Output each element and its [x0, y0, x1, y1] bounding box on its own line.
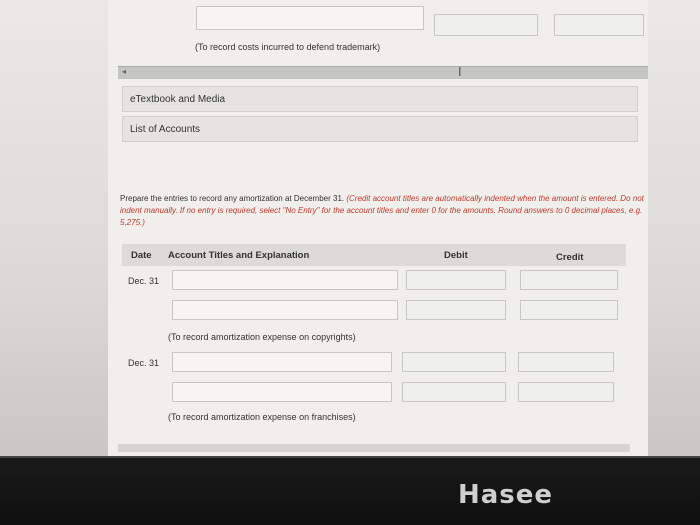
screen: (To record costs incurred to defend trad… [0, 0, 700, 458]
top-entry-note: (To record costs incurred to defend trad… [195, 42, 381, 52]
etextbook-link[interactable]: eTextbook and Media [122, 86, 638, 112]
entry-1-debit-input-1[interactable] [406, 270, 506, 290]
entry-2-debit-input-2[interactable] [402, 382, 506, 402]
journal-table-header: Date Account Titles and Explanation Debi… [122, 244, 626, 266]
entry-2-credit-input-2[interactable] [518, 382, 614, 402]
debit-input-prev[interactable] [434, 14, 538, 36]
next-section-edge [118, 444, 630, 452]
credit-input-prev[interactable] [554, 14, 644, 36]
entry-2-account-input-1[interactable] [172, 352, 392, 372]
credit-header: Credit [556, 252, 584, 263]
horizontal-scrollbar[interactable]: ◂ [118, 66, 648, 79]
instructions-main: Prepare the entries to record any amorti… [120, 194, 345, 203]
account-title-input-prev[interactable] [196, 6, 424, 30]
brand-logo: Hasee [458, 480, 554, 510]
entry-2-note: (To record amortization expense on franc… [168, 412, 356, 422]
debit-header: Debit [444, 250, 468, 261]
entry-2-date: Dec. 31 [128, 358, 160, 368]
list-of-accounts-link[interactable]: List of Accounts [122, 116, 638, 142]
question-instructions: Prepare the entries to record any amorti… [120, 193, 645, 229]
date-header: Date [131, 250, 152, 261]
entry-1-debit-input-2[interactable] [406, 300, 506, 320]
entry-2-debit-input-1[interactable] [402, 352, 506, 372]
laptop-bezel [0, 458, 700, 525]
scroll-left-icon[interactable]: ◂ [122, 67, 126, 76]
entry-2-credit-input-1[interactable] [518, 352, 614, 372]
entry-1-note: (To record amortization expense on copyr… [168, 332, 356, 342]
entry-1-credit-input-2[interactable] [520, 300, 618, 320]
entry-1-date: Dec. 31 [128, 276, 160, 286]
entry-2-account-input-2[interactable] [172, 382, 392, 402]
account-header: Account Titles and Explanation [168, 250, 310, 261]
entry-1-account-input-1[interactable] [172, 270, 398, 290]
entry-1-credit-input-1[interactable] [520, 270, 618, 290]
entry-1-account-input-2[interactable] [172, 300, 398, 320]
text-cursor-icon: I [458, 64, 462, 79]
